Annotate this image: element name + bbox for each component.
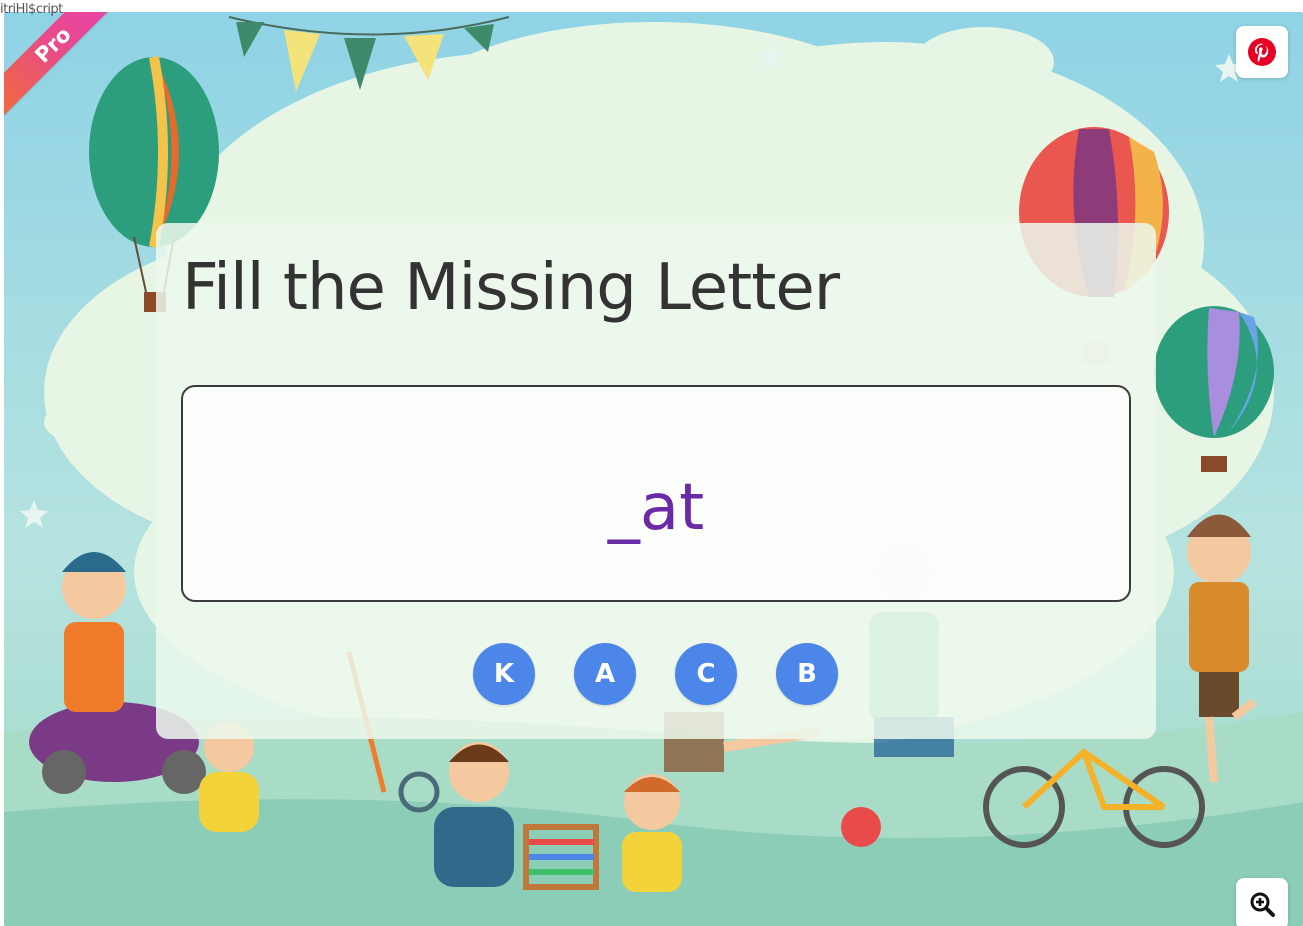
zoom-in-icon [1250, 892, 1275, 917]
zoom-button[interactable] [1236, 878, 1288, 926]
option-button-k[interactable]: K [473, 643, 535, 705]
pinterest-icon [1248, 38, 1276, 66]
word-display-box: _at [181, 385, 1131, 602]
pinterest-share-button[interactable] [1236, 26, 1288, 78]
puzzle-word: _at [607, 471, 705, 545]
option-button-c[interactable]: C [675, 643, 737, 705]
option-button-a[interactable]: A [574, 643, 636, 705]
question-card: Fill the Missing Letter _at K A C B [156, 223, 1156, 739]
activity-title: Fill the Missing Letter [182, 251, 840, 325]
game-stage: Pro Fill the Missing Letter _at K A C B [4, 12, 1303, 926]
option-button-b[interactable]: B [776, 643, 838, 705]
overlay-text: itriHl$cript [0, 2, 63, 17]
